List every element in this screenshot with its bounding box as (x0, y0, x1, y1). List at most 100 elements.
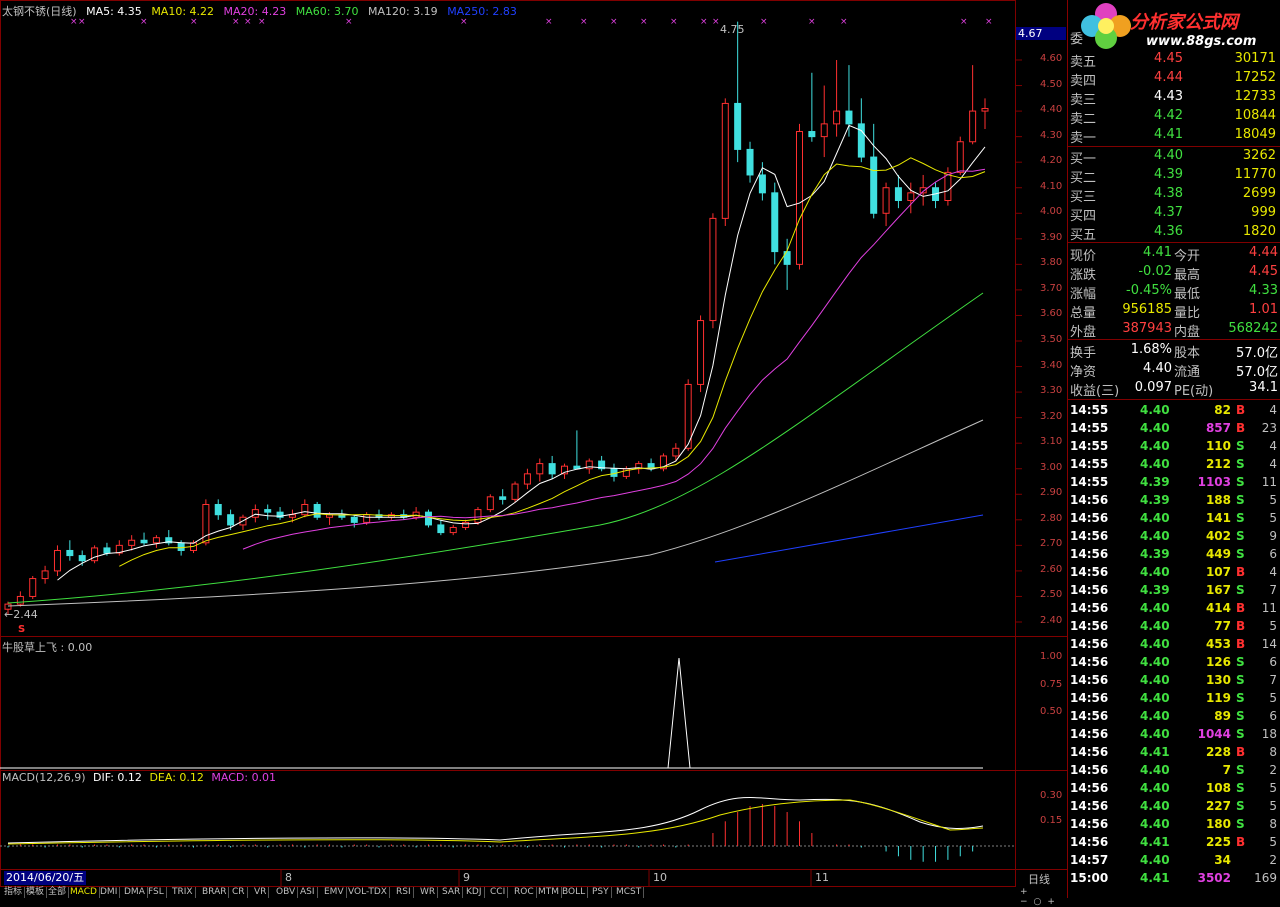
tick-count: 11 (1261, 475, 1277, 489)
order-volume: 30171 (1234, 51, 1276, 66)
tick-side: B (1236, 619, 1246, 633)
order-level-label: 卖一 (1070, 131, 1097, 146)
tick-time: 14:56 (1070, 529, 1109, 543)
indicator-tab[interactable]: DMA (122, 887, 148, 898)
indicator-tab[interactable]: 指标 (2, 887, 26, 898)
indicator-tab[interactable]: ASI (298, 887, 318, 898)
tick-volume: 212 (1205, 457, 1231, 471)
indicator1-spike (667, 657, 691, 769)
chart-area[interactable]: × × × × × × × × × × × × × × × × × × × × × (0, 0, 1067, 898)
indicator-tab[interactable]: OBV (274, 887, 299, 898)
price-tick-label: 3.00 (1040, 461, 1063, 473)
indicator-tab[interactable]: 模板 (24, 887, 48, 898)
candle-body (758, 174, 766, 194)
tick-row: 14:55 4.39 1103 S 11 (1068, 473, 1280, 491)
tick-row: 14:56 4.39 449 S 6 (1068, 545, 1280, 563)
price-tick-label: 4.00 (1040, 206, 1063, 218)
indicator-tab[interactable]: MCST (614, 887, 645, 898)
tick-count: 11 (1261, 601, 1277, 615)
stat-value: 4.40 (1143, 361, 1172, 376)
tick-side: S (1236, 547, 1245, 561)
price-tick-label: 3.20 (1040, 410, 1063, 422)
tick-time: 14:56 (1070, 565, 1109, 579)
indicator-tab[interactable]: DMI (98, 887, 121, 898)
price-tick-label: 4.50 (1040, 78, 1063, 90)
stat-row: 收益(三) 0.097 PE(动) 34.1 (1068, 379, 1280, 399)
tick-side: S (1236, 817, 1245, 831)
order-price: 4.43 (1154, 89, 1183, 104)
stat-label: 最高 (1174, 268, 1201, 283)
order-price: 4.42 (1154, 108, 1183, 123)
indicator-tab-bar: 指标 模板 全部 MACD DMI DMA FSL TRIX BRAR CR VR OBV ASI EMV… (0, 887, 1067, 898)
candle-body (833, 110, 841, 125)
tick-volume: 857 (1205, 421, 1231, 435)
candle-body (424, 511, 432, 526)
order-level-label: 买五 (1070, 228, 1097, 243)
price-tick-label: 4.40 (1040, 104, 1063, 116)
tick-count: 7 (1269, 583, 1277, 597)
indicator-tab[interactable]: RSI (394, 887, 414, 898)
signal-x-marker: × (545, 17, 553, 27)
order-level-label: 买一 (1070, 152, 1097, 167)
stat-row: 涨跌 -0.02 最高 4.45 (1068, 263, 1280, 283)
stat-label: 今开 (1174, 249, 1201, 264)
quote-panel: 分析家公式网 www.88gs.com 委 卖五 4.45 30171 卖四 4.44 1… (1067, 0, 1280, 898)
indicator-tab[interactable]: VR (252, 887, 270, 898)
indicator-tab[interactable]: 全部 (46, 887, 70, 898)
price-tick-label: 4.60 (1040, 53, 1063, 64)
indicator-tab[interactable]: SAR (440, 887, 464, 898)
low-value: 2.44 (13, 608, 38, 621)
macd-params: MACD(12,26,9) (2, 771, 86, 784)
stat-value: 1.01 (1249, 302, 1278, 317)
indicator-tab[interactable]: TRIX (170, 887, 196, 898)
indicator-tab[interactable]: VOL-TDX (346, 887, 390, 898)
ma250-line (714, 514, 984, 563)
stat-label: PE(动) (1174, 384, 1214, 399)
indicator-tab[interactable]: MTM (536, 887, 563, 898)
indicator-tab[interactable]: PSY (590, 887, 612, 898)
signal-x-marker: × (840, 17, 848, 27)
order-price: 4.36 (1154, 224, 1183, 239)
tick-price: 4.40 (1140, 529, 1170, 543)
indicator-tab[interactable]: CCI (488, 887, 509, 898)
indicator-tab[interactable]: WR (418, 887, 439, 898)
dea-line (7, 799, 984, 845)
tick-count: 169 (1254, 871, 1277, 885)
indicator-tab[interactable]: EMV (322, 887, 347, 898)
macd-tick-label: 0.15 (1040, 815, 1063, 826)
tick-price: 4.40 (1140, 673, 1170, 687)
tick-price: 4.39 (1140, 547, 1170, 561)
tick-count: 6 (1269, 709, 1277, 723)
indicator-tab[interactable]: KDJ (464, 887, 485, 898)
order-level-label: 卖二 (1070, 112, 1097, 127)
stat-label: 净资 (1070, 365, 1097, 380)
order-book-row: 买五 4.36 1820 (1068, 223, 1280, 243)
tick-time: 14:56 (1070, 763, 1109, 777)
tick-time: 14:55 (1070, 439, 1109, 453)
tick-price: 4.40 (1140, 763, 1170, 777)
indicator-tab[interactable]: BOLL (560, 887, 589, 898)
tick-count: 4 (1269, 439, 1277, 453)
indicator-tab[interactable]: MACD (68, 887, 100, 898)
dif-line (7, 797, 984, 844)
order-book-row: 卖五 4.45 30171 (1068, 50, 1280, 70)
candle-body (771, 192, 779, 253)
stat-row: 总量 956185 量比 1.01 (1068, 301, 1280, 321)
indicator-tab[interactable]: BRAR (200, 887, 230, 898)
month-label: 8 (285, 871, 292, 884)
order-volume: 18049 (1234, 127, 1276, 142)
tick-time: 14:56 (1070, 583, 1109, 597)
tick-volume: 228 (1205, 745, 1231, 759)
stat-label: 股本 (1174, 346, 1201, 361)
stat-row: 净资 4.40 流通 57.0亿 (1068, 360, 1280, 380)
indicator-tab[interactable]: FSL (146, 887, 167, 898)
macd-value-label: MACD: 0.01 (211, 771, 277, 784)
candle-body (746, 148, 754, 176)
tick-price: 4.40 (1140, 619, 1170, 633)
indicator-tab[interactable]: CR (230, 887, 248, 898)
order-book-row: 卖四 4.44 17252 (1068, 69, 1280, 89)
tabbar-controls[interactable]: +−○+ (1016, 887, 1071, 907)
stat-label: 流通 (1174, 365, 1201, 380)
tick-row: 14:56 4.39 188 S 5 (1068, 491, 1280, 509)
indicator-tab[interactable]: ROC (512, 887, 537, 898)
